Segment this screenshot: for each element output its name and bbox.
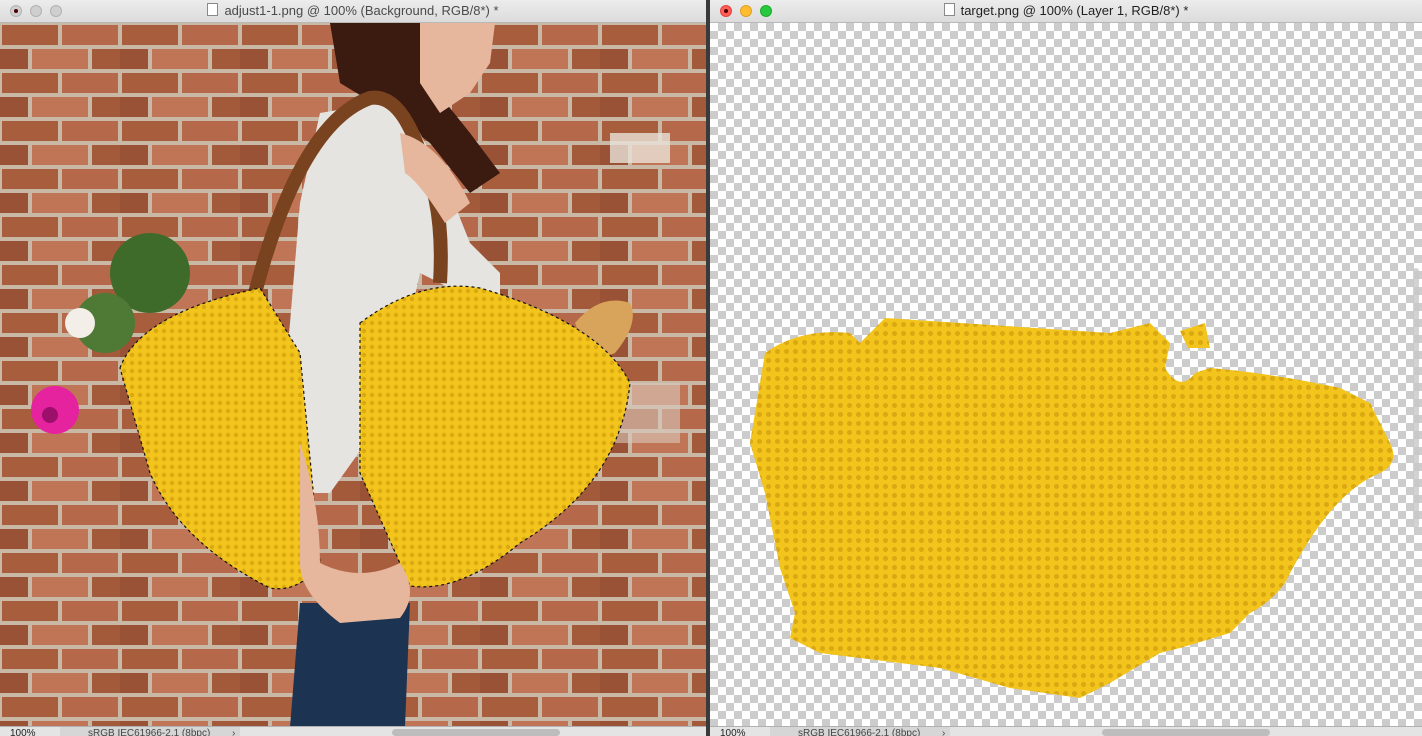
document-icon: [207, 3, 219, 16]
chevron-right-icon[interactable]: ›: [232, 727, 235, 736]
horizontal-scrollbar[interactable]: [1102, 729, 1270, 736]
image-canvas-transparent[interactable]: [710, 23, 1422, 727]
window-title: target.png @ 100% (Layer 1, RGB/8*) *: [710, 0, 1422, 22]
pink-flower-center: [42, 407, 58, 423]
title-bar[interactable]: target.png @ 100% (Layer 1, RGB/8*) *: [710, 0, 1422, 23]
document-icon: [943, 3, 955, 16]
title-bar[interactable]: adjust1-1.png @ 100% (Background, RGB/8*…: [0, 0, 706, 23]
extracted-knit-layer: [750, 318, 1394, 698]
document-window-adjust1[interactable]: adjust1-1.png @ 100% (Background, RGB/8*…: [0, 0, 706, 736]
document-profile: sRGB IEC61966-2.1 (8bpc): [770, 727, 950, 736]
image-canvas[interactable]: [0, 23, 706, 727]
knit-texture-cutout: [750, 318, 1394, 698]
zoom-level[interactable]: 100%: [720, 727, 766, 736]
zoom-level[interactable]: 100%: [10, 727, 56, 736]
knit-fragment: [1180, 323, 1210, 348]
vertical-scrollbar[interactable]: [1413, 268, 1419, 528]
white-flower: [65, 308, 95, 338]
chevron-right-icon[interactable]: ›: [942, 727, 945, 736]
document-window-target[interactable]: target.png @ 100% (Layer 1, RGB/8*) * 10…: [710, 0, 1422, 736]
whitewash-patch: [610, 133, 670, 163]
document-profile: sRGB IEC61966-2.1 (8bpc): [60, 727, 240, 736]
horizontal-scrollbar[interactable]: [392, 729, 560, 736]
window-title: adjust1-1.png @ 100% (Background, RGB/8*…: [0, 0, 706, 22]
status-bar: 100% sRGB IEC61966-2.1 (8bpc) ›: [0, 726, 706, 736]
status-bar: 100% sRGB IEC61966-2.1 (8bpc) ›: [710, 726, 1422, 736]
photo-bag-on-brick-wall: [0, 23, 706, 727]
window-title-text: adjust1-1.png @ 100% (Background, RGB/8*…: [224, 3, 499, 18]
window-title-text: target.png @ 100% (Layer 1, RGB/8*) *: [960, 3, 1189, 18]
